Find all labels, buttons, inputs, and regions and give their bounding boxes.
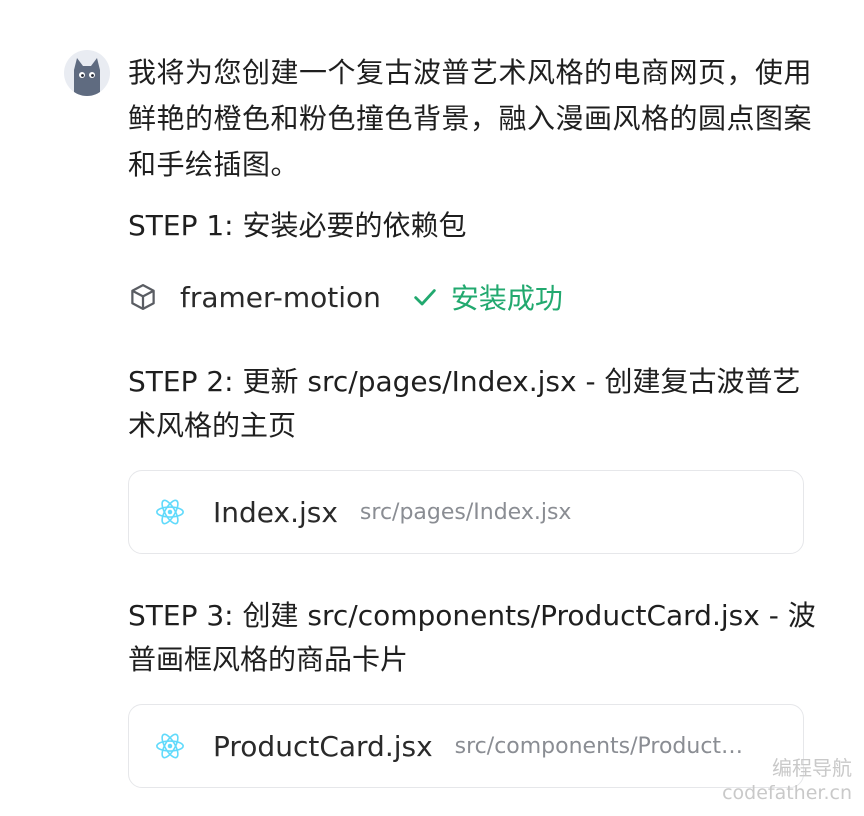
file-name: ProductCard.jsx	[213, 729, 433, 763]
file-path: src/pages/Index.jsx	[359, 499, 572, 525]
check-icon	[414, 289, 436, 306]
install-status: 安装成功	[411, 277, 563, 317]
watermark-url: codefather.cn	[722, 782, 852, 804]
package-name: framer-motion	[180, 280, 381, 314]
package-cube-icon	[131, 284, 155, 310]
file-card-productcard[interactable]: ProductCard.jsx src/components/Product…	[128, 704, 804, 788]
step-1-title: STEP 1: 安装必要的依赖包	[128, 209, 467, 242]
intro-text: 我将为您创建一个复古波普艺术风格的电商网页，使用鲜艳的橙色和粉色撞色背景，融入漫…	[128, 56, 813, 181]
assistant-avatar	[64, 50, 110, 96]
cat-avatar-icon	[74, 58, 100, 96]
step-3-title: STEP 3: 创建 src/components/ProductCard.js…	[128, 599, 816, 676]
watermark-title: 编程导航	[772, 756, 852, 780]
install-status-text: 安装成功	[450, 282, 563, 315]
file-card-index[interactable]: Index.jsx src/pages/Index.jsx	[128, 470, 804, 554]
step-2-title: STEP 2: 更新 src/pages/Index.jsx - 创建复古波普艺…	[128, 365, 801, 442]
assistant-message: 我将为您创建一个复古波普艺术风格的电商网页，使用鲜艳的橙色和粉色撞色背景，融入漫…	[128, 50, 818, 788]
package-install-row: framer-motion 安装成功	[128, 274, 818, 320]
react-icon	[156, 733, 184, 759]
file-path: src/components/Product…	[454, 733, 744, 759]
file-name: Index.jsx	[213, 495, 338, 529]
react-icon	[156, 499, 184, 525]
